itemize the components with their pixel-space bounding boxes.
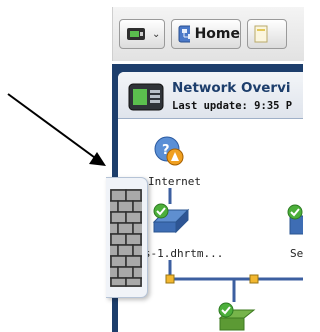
view-dropdown-button[interactable]: ⌄ (119, 19, 165, 49)
router-icon[interactable] (152, 202, 190, 236)
toolbar: ⌄ Home (112, 7, 304, 61)
chevron-down-icon: ⌄ (152, 28, 161, 40)
junction-node (165, 274, 175, 284)
toolbar-button[interactable] (247, 19, 287, 49)
side-panel-tab[interactable] (106, 177, 148, 298)
home-label: Home (194, 26, 240, 42)
device-icon (127, 28, 145, 40)
device-label: Se (290, 247, 303, 260)
home-icon (178, 25, 190, 43)
home-button[interactable]: Home (171, 19, 241, 49)
page-icon (254, 25, 268, 43)
firewall-icon (110, 189, 142, 287)
junction-node (249, 274, 259, 284)
internet-label: Internet (148, 175, 201, 188)
switch-icon[interactable] (216, 302, 256, 332)
internet-icon[interactable]: ? (153, 135, 185, 167)
switch-icon[interactable] (286, 204, 303, 238)
